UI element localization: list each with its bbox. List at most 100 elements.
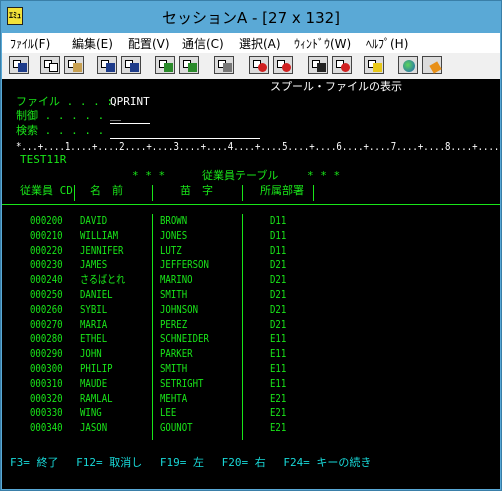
terminal-screen[interactable]: スプール・ファイルの表示 ファイル . . . : QPRINT 制御 . . … [2, 79, 500, 489]
employee-name-cell: DAVID [80, 214, 108, 227]
column-separator [152, 214, 153, 440]
employee-id-cell: 000340 [30, 421, 63, 434]
employee-surname-cell: SMITH [160, 362, 188, 375]
employee-dept-cell: E11 [270, 377, 287, 390]
copy-icon[interactable] [40, 56, 60, 74]
employee-dept-cell: D11 [270, 214, 287, 227]
column-header-name: 名 前 [90, 184, 123, 197]
print-screen-icon[interactable] [9, 56, 29, 74]
employee-dept-cell: D21 [270, 273, 287, 286]
function-keys-legend: F3= 終了 F12= 取消し F19= 左 F20= 右 F24= キーの続き [10, 456, 372, 469]
employee-id-cell: 000230 [30, 258, 63, 271]
employee-surname-cell: JEFFERSON [160, 258, 209, 271]
employee-dept-cell: D11 [270, 244, 287, 257]
employee-id-cell: 000330 [30, 406, 63, 419]
file-label: ファイル . . . : [16, 95, 113, 108]
employee-surname-cell: LUTZ [160, 244, 182, 257]
employee-name-cell: PHILIP [80, 362, 113, 375]
macro-step-icon[interactable] [332, 56, 352, 74]
send-icon[interactable] [97, 56, 117, 74]
file-value: QPRINT [110, 95, 150, 108]
employee-id-cell: 000200 [30, 214, 63, 227]
employee-dept-cell: E21 [270, 406, 287, 419]
employee-name-cell: ETHEL [80, 332, 108, 345]
column-separator [242, 214, 243, 440]
employee-surname-cell: JOHNSON [160, 303, 199, 316]
menu-select[interactable]: 選択(A) [239, 35, 281, 52]
control-input[interactable]: ＿ [110, 110, 121, 122]
employee-id-cell: 000270 [30, 318, 63, 331]
column-header-surname: 苗 字 [180, 184, 213, 197]
employee-name-cell: MARIA [80, 318, 108, 331]
report-title: 従業員テーブル [202, 169, 279, 182]
employee-surname-cell: JONES [160, 229, 188, 242]
report-stars-left: * * * [132, 169, 166, 182]
control-input-underline [110, 123, 150, 124]
employee-id-cell: 000320 [30, 392, 63, 405]
employee-dept-cell: E11 [270, 332, 287, 345]
paste-icon[interactable] [64, 56, 84, 74]
menu-file[interactable]: ﾌｧｲﾙ(F) [10, 35, 50, 52]
employee-dept-cell: D21 [270, 258, 287, 271]
macro-play-icon[interactable] [308, 56, 328, 74]
employee-id-cell: 000220 [30, 244, 63, 257]
keypad-icon[interactable] [214, 56, 234, 74]
header-separator [152, 185, 153, 201]
employee-name-cell: SYBIL [80, 303, 108, 316]
employee-id-cell: 000260 [30, 303, 63, 316]
menu-window[interactable]: ｳｨﾝﾄﾞｳ(W) [294, 35, 351, 52]
header-divider [2, 204, 500, 205]
receive-icon[interactable] [121, 56, 141, 74]
employee-id-cell: 000240 [30, 273, 63, 286]
employee-surname-cell: PARKER [160, 347, 193, 360]
keyboard-map-icon[interactable] [179, 56, 199, 74]
search-input[interactable] [110, 138, 260, 139]
employee-name-cell: DANIEL [80, 288, 113, 301]
employee-name-cell: RAMLAL [80, 392, 113, 405]
control-label: 制御 . . . . . [16, 109, 105, 122]
employee-id-cell: 000280 [30, 332, 63, 345]
header-separator [74, 185, 75, 201]
employee-name-cell: JASON [80, 421, 108, 434]
header-separator [242, 185, 243, 201]
menu-help[interactable]: ﾍﾙﾌﾟ(H) [366, 35, 408, 52]
title-bar[interactable]: ｴﾐｭ セッションA - [27 x 132] [1, 1, 501, 33]
macro-record-icon[interactable] [249, 56, 269, 74]
column-header-dept: 所属部署 [260, 184, 304, 197]
emulator-window: ｴﾐｭ セッションA - [27 x 132] ﾌｧｲﾙ(F) 編集(E) 配置… [0, 0, 502, 491]
menu-communication[interactable]: 通信(C) [182, 35, 224, 52]
report-stars-right: * * * [307, 169, 341, 182]
employee-surname-cell: GOUNOT [160, 421, 193, 434]
globe-icon[interactable] [398, 56, 418, 74]
clipboard-icon[interactable] [364, 56, 384, 74]
employee-dept-cell: E21 [270, 421, 287, 434]
employee-name-cell: MAUDE [80, 377, 108, 390]
report-id: TEST11R [20, 153, 67, 166]
employee-name-cell: JOHN [80, 347, 102, 360]
display-setup-icon[interactable] [155, 56, 175, 74]
employee-dept-cell: E11 [270, 362, 287, 375]
employee-dept-cell: D21 [270, 318, 287, 331]
employee-surname-cell: SMITH [160, 288, 188, 301]
employee-dept-cell: D11 [270, 229, 287, 242]
employee-dept-cell: E21 [270, 392, 287, 405]
employee-id-cell: 000250 [30, 288, 63, 301]
employee-dept-cell: E11 [270, 347, 287, 360]
employee-name-cell: さるばとれ [80, 273, 126, 286]
menu-view[interactable]: 配置(V) [128, 35, 170, 52]
window-title: セッションA - [27 x 132] [161, 9, 341, 27]
employee-name-cell: JENNIFER [80, 244, 124, 257]
menu-edit[interactable]: 編集(E) [72, 35, 113, 52]
employee-id-cell: 000290 [30, 347, 63, 360]
search-label: 検索 . . . . . [16, 124, 105, 137]
employee-surname-cell: SETRIGHT [160, 377, 204, 390]
employee-surname-cell: SCHNEIDER [160, 332, 209, 345]
employee-id-cell: 000210 [30, 229, 63, 242]
macro-stop-icon[interactable] [273, 56, 293, 74]
column-header-employee-id: 従業員 CD [20, 184, 73, 197]
employee-name-cell: WING [80, 406, 102, 419]
tag-icon[interactable] [422, 56, 442, 74]
screen-title: スプール・ファイルの表示 [270, 80, 402, 93]
employee-id-cell: 000310 [30, 377, 63, 390]
employee-dept-cell: D21 [270, 303, 287, 316]
